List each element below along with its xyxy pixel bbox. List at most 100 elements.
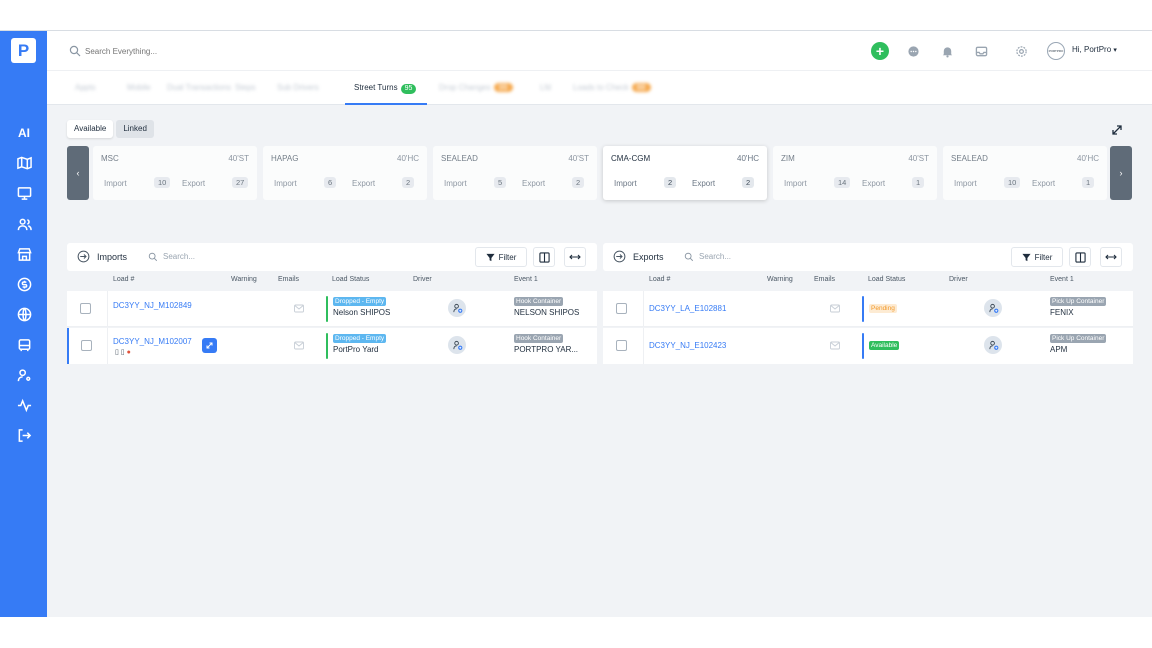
carousel-next-button[interactable]: ›	[1110, 146, 1132, 200]
globe-icon[interactable]	[14, 304, 34, 324]
imports-search-input[interactable]: Search...	[163, 252, 195, 261]
table-row[interactable]: DC3YY_NJ_M102007 ▯ ▯ ● Dropped - Empty P…	[67, 328, 597, 364]
load-number-link[interactable]: DC3YY_LA_E102881	[649, 304, 726, 313]
tab-dual-transactions[interactable]: Dual Transactions	[167, 83, 231, 92]
portpro-logo[interactable]: P	[11, 38, 36, 63]
table-row[interactable]: DC3YY_NJ_M102849 Dropped - Empty Nelson …	[67, 291, 597, 327]
card-container-size: 40'HC	[397, 154, 419, 163]
ai-icon[interactable]: AI	[14, 123, 34, 143]
status-badge: Dropped - Empty	[333, 297, 387, 306]
logout-icon[interactable]	[14, 425, 34, 445]
event-badge: Hook Container	[514, 297, 564, 306]
status-location: Nelson SHIPOS	[333, 308, 391, 317]
imports-resize-button[interactable]	[564, 247, 586, 267]
column-header-emails[interactable]: Emails	[278, 276, 299, 283]
column-header-load[interactable]: Load #	[113, 276, 134, 283]
tab-count-badge: 88	[631, 83, 651, 92]
column-header-emails[interactable]: Emails	[814, 276, 835, 283]
inbox-icon[interactable]	[972, 42, 990, 60]
column-header-driver[interactable]: Driver	[949, 276, 968, 283]
row-checkbox[interactable]	[81, 340, 92, 351]
tab-drop-changes[interactable]: Drop Changes 99	[439, 83, 513, 92]
ssl-card-msc[interactable]: MSC 40'ST Import 10 Export 27	[93, 146, 257, 200]
filter-icon	[486, 253, 495, 261]
exports-panel-header: Exports Search... Filter	[603, 243, 1133, 271]
row-checkbox[interactable]	[616, 303, 627, 314]
card-export-label: Export	[522, 179, 546, 188]
column-header-event-1[interactable]: Event 1	[1050, 276, 1074, 283]
tab-appts[interactable]: Appts	[75, 83, 95, 92]
tab-steps[interactable]: Steps	[235, 83, 255, 92]
carousel-prev-button[interactable]: ‹	[67, 146, 89, 200]
assign-driver-button[interactable]	[448, 299, 466, 317]
store-icon[interactable]	[14, 244, 34, 264]
column-header-warning[interactable]: Warning	[231, 276, 257, 283]
table-row[interactable]: DC3YY_NJ_E102423 Available Pick Up Conta…	[603, 328, 1133, 364]
tab-lfd[interactable]: Lfd	[540, 83, 551, 92]
tab-label: Street Turns	[354, 83, 398, 92]
load-number-link[interactable]: DC3YY_NJ_E102423	[649, 341, 726, 350]
hazmat-icon: ●	[126, 349, 131, 356]
column-header-load[interactable]: Load #	[649, 276, 670, 283]
ssl-card-cma-cgm[interactable]: CMA-CGM 40'HC Import 2 Export 2	[603, 146, 767, 200]
expand-icon[interactable]	[1109, 122, 1125, 138]
user-menu[interactable]: Hi, PortPro ▾	[1072, 45, 1117, 54]
mail-icon[interactable]	[294, 341, 304, 350]
tab-label: Mobile	[127, 83, 151, 92]
exports-columns-button[interactable]	[1069, 247, 1091, 267]
exports-filter-button[interactable]: Filter	[1011, 247, 1063, 267]
column-header-load-status[interactable]: Load Status	[332, 276, 369, 283]
event-location: NELSON SHIPOS	[514, 308, 580, 317]
ssl-card-sealead-hc[interactable]: SEALEAD 40'HC Import 10 Export 1	[943, 146, 1107, 200]
card-export-count: 2	[402, 177, 415, 188]
tab-street-turns[interactable]: Street Turns 95	[345, 71, 427, 105]
tab-mobile[interactable]: Mobile	[127, 83, 151, 92]
add-button[interactable]: +	[871, 42, 889, 60]
edit-button[interactable]	[202, 338, 217, 353]
column-header-load-status[interactable]: Load Status	[868, 276, 905, 283]
exports-resize-button[interactable]	[1100, 247, 1122, 267]
assign-driver-button[interactable]	[984, 299, 1002, 317]
chat-icon[interactable]	[904, 42, 922, 60]
row-checkbox[interactable]	[616, 340, 627, 351]
activity-icon[interactable]	[14, 395, 34, 415]
monitor-icon[interactable]	[14, 183, 34, 203]
gear-icon[interactable]	[1012, 42, 1030, 60]
tab-label: Dual Transactions	[167, 83, 232, 92]
available-toggle-button[interactable]: Available	[67, 120, 114, 138]
row-checkbox[interactable]	[80, 303, 91, 314]
ssl-card-zim[interactable]: ZIM 40'ST Import 14 Export 1	[773, 146, 937, 200]
tab-label: Steps	[235, 83, 256, 92]
column-header-warning[interactable]: Warning	[767, 276, 793, 283]
user-settings-icon[interactable]	[14, 365, 34, 385]
bell-icon[interactable]	[938, 42, 956, 60]
imports-filter-button[interactable]: Filter	[475, 247, 527, 267]
card-export-label: Export	[692, 179, 716, 188]
imports-columns-button[interactable]	[533, 247, 555, 267]
global-search-input[interactable]	[85, 43, 285, 59]
ssl-card-hapag[interactable]: HAPAG 40'HC Import 6 Export 2	[263, 146, 427, 200]
assign-driver-button[interactable]	[448, 336, 466, 354]
tab-loads-to-check[interactable]: Loads to Check 88	[573, 83, 651, 92]
load-number-link[interactable]: DC3YY_NJ_M102007	[113, 337, 192, 346]
exports-search-input[interactable]: Search...	[699, 252, 731, 261]
load-number-link[interactable]: DC3YY_NJ_M102849	[113, 301, 192, 310]
linked-toggle-button[interactable]: Linked	[116, 120, 154, 138]
bus-icon[interactable]	[14, 335, 34, 355]
table-row[interactable]: DC3YY_LA_E102881 Pending Pick Up Contain…	[603, 291, 1133, 327]
assign-driver-button[interactable]	[984, 336, 1002, 354]
tab-sub-drivers[interactable]: Sub Drivers	[277, 83, 319, 92]
add-driver-icon	[988, 340, 998, 350]
dollar-icon[interactable]	[14, 274, 34, 294]
column-header-driver[interactable]: Driver	[413, 276, 432, 283]
card-export-label: Export	[182, 179, 206, 188]
mail-icon[interactable]	[830, 341, 840, 350]
mail-icon[interactable]	[830, 304, 840, 313]
mail-icon[interactable]	[294, 304, 304, 313]
ssl-card-sealead[interactable]: SEALEAD 40'ST Import 5 Export 2	[433, 146, 597, 200]
map-icon[interactable]	[14, 153, 34, 173]
column-header-event-1[interactable]: Event 1	[514, 276, 538, 283]
card-ssl-name: HAPAG	[271, 154, 299, 163]
avatar[interactable]: PORTPRO	[1047, 42, 1065, 60]
users-icon[interactable]	[14, 214, 34, 234]
